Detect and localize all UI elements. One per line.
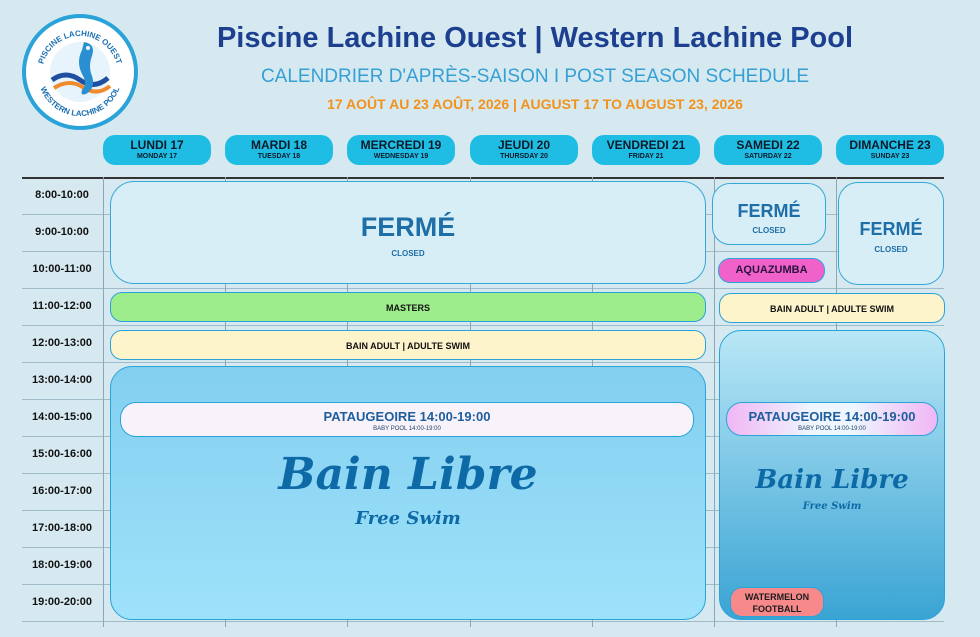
day-header-friday: VENDREDI 21 FRIDAY 21 bbox=[592, 135, 700, 165]
time-label: 13:00-14:00 bbox=[32, 374, 92, 386]
time-label: 8:00-10:00 bbox=[35, 189, 89, 201]
time-label: 9:00-10:00 bbox=[35, 226, 89, 238]
grid-line bbox=[22, 621, 944, 622]
aquazumba-block: AQUAZUMBA bbox=[718, 258, 825, 283]
page-title: Piscine Lachine Ouest | Western Lachine … bbox=[216, 22, 854, 54]
baby-pool-block-weekend: PATAUGEOIRE 14:00-19:00 BABY POOL 14:00-… bbox=[726, 402, 938, 436]
day-header-saturday: SAMEDI 22 SATURDAY 22 bbox=[714, 135, 822, 165]
grid-column-line bbox=[714, 177, 715, 627]
closed-block-saturday: FERMÉ CLOSED bbox=[712, 183, 826, 245]
grid-line bbox=[22, 325, 944, 326]
adult-swim-block-weekdays: BAIN ADULT | ADULTE SWIM bbox=[110, 330, 706, 360]
pool-logo: PISCINE LACHINE OUEST WESTERN LACHINE PO… bbox=[22, 14, 138, 130]
day-header-monday: LUNDI 17 MONDAY 17 bbox=[103, 135, 211, 165]
time-label: 17:00-18:00 bbox=[32, 522, 92, 534]
free-swim-block-weekend: Bain Libre Free Swim bbox=[719, 330, 945, 620]
grid-top-line bbox=[22, 177, 944, 179]
page-subtitle: CALENDRIER D'APRÈS-SAISON I POST SEASON … bbox=[260, 66, 810, 87]
adult-swim-block-saturday: BAIN ADULT | ADULTE SWIM bbox=[719, 293, 945, 323]
time-label: 11:00-12:00 bbox=[32, 300, 92, 312]
time-label: 16:00-17:00 bbox=[32, 485, 92, 497]
day-header-thursday: JEUDI 20 THURSDAY 20 bbox=[470, 135, 578, 165]
time-label: 15:00-16:00 bbox=[32, 448, 92, 460]
day-header-tuesday: MARDI 18 TUESDAY 18 bbox=[225, 135, 333, 165]
grid-line bbox=[22, 288, 944, 289]
day-header-wednesday: MERCREDI 19 WEDNESDAY 19 bbox=[347, 135, 455, 165]
time-label: 12:00-13:00 bbox=[32, 337, 92, 349]
time-label: 14:00-15:00 bbox=[32, 411, 92, 423]
watermelon-football-block: WATERMELON FOOTBALL bbox=[730, 587, 824, 617]
time-label: 19:00-20:00 bbox=[32, 596, 92, 608]
time-label: 10:00-11:00 bbox=[32, 263, 92, 275]
date-range: 17 AOÛT AU 23 AOÛT, 2026 | AUGUST 17 TO … bbox=[327, 96, 743, 112]
closed-block-sunday: FERMÉ CLOSED bbox=[838, 182, 944, 285]
grid-column-line bbox=[103, 177, 104, 627]
closed-block-weekdays: FERMÉ CLOSED bbox=[110, 181, 706, 284]
masters-block: MASTERS bbox=[110, 292, 706, 322]
day-header-sunday: DIMANCHE 23 SUNDAY 23 bbox=[836, 135, 944, 165]
time-label: 18:00-19:00 bbox=[32, 559, 92, 571]
baby-pool-block-weekdays: PATAUGEOIRE 14:00-19:00 BABY POOL 14:00-… bbox=[120, 402, 694, 437]
